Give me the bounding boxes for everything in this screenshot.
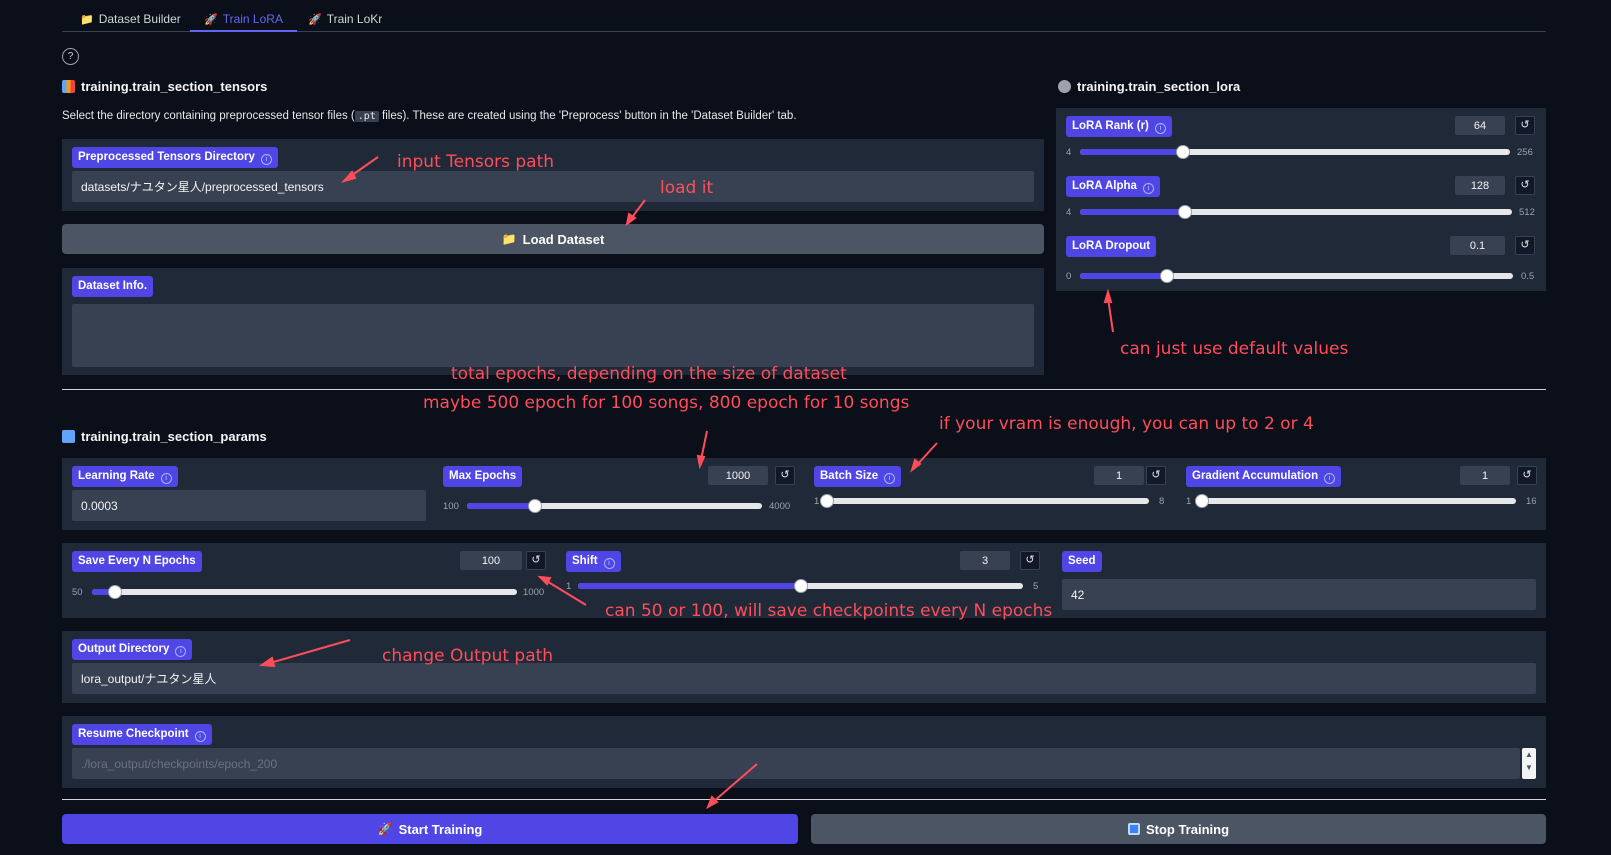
arrow-save-every xyxy=(544,579,587,606)
arrow-head xyxy=(696,454,706,470)
annotation-arrows xyxy=(259,156,1114,810)
arrow-head xyxy=(259,656,276,668)
arrow-head xyxy=(537,575,552,586)
arrow-head xyxy=(341,170,357,183)
arrow-start xyxy=(712,763,758,803)
arrow-defaults xyxy=(1107,297,1114,333)
arrow-output xyxy=(269,639,351,664)
arrow-head xyxy=(1103,288,1113,303)
